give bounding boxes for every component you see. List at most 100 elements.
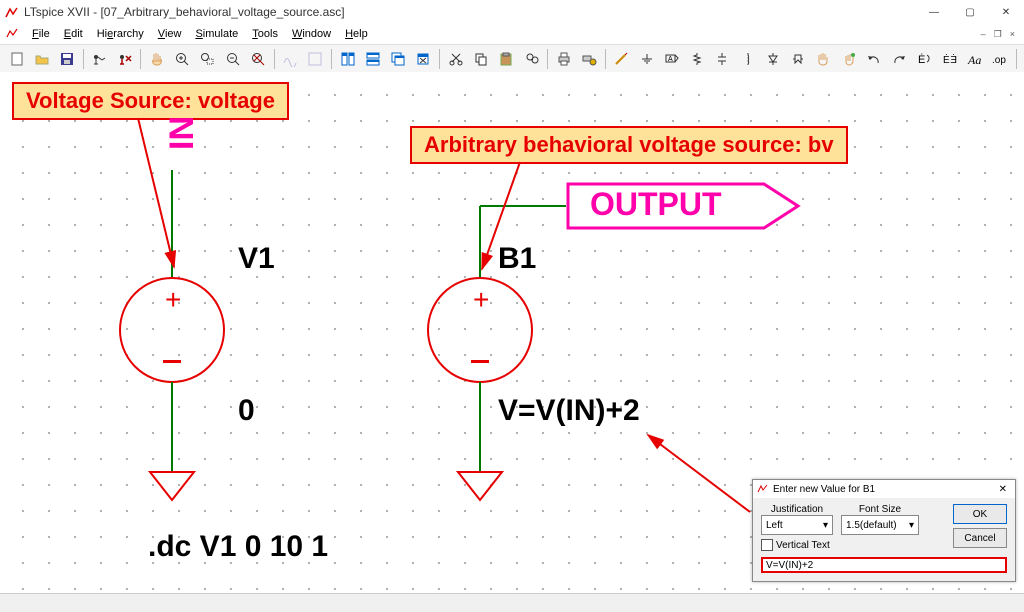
v1-plus-icon: +: [165, 284, 181, 316]
toolbar-sep: [331, 49, 332, 69]
b1-plus-icon: +: [473, 284, 489, 316]
toolbar: A Ė ĖĖ Aa .op: [0, 44, 1024, 74]
save-button[interactable]: [56, 47, 79, 71]
svg-text:Aa: Aa: [967, 53, 981, 67]
toolbar-sep: [83, 49, 84, 69]
justification-combo[interactable]: Left▾: [761, 515, 833, 535]
toolbar-sep: [1016, 49, 1017, 69]
component-button[interactable]: [786, 47, 809, 71]
component-value-b1[interactable]: V=V(IN)+2: [498, 394, 640, 428]
diode-button[interactable]: [761, 47, 784, 71]
app-icon: [4, 4, 20, 20]
menubar: File Edit Hierarchy View Simulate Tools …: [0, 24, 1024, 44]
menu-file[interactable]: File: [26, 28, 56, 40]
cascade-button[interactable]: [387, 47, 410, 71]
rotate-button[interactable]: Ė: [913, 47, 936, 71]
inductor-button[interactable]: [736, 47, 759, 71]
dialog-icon: [757, 483, 769, 495]
close-all-button[interactable]: [412, 47, 435, 71]
menu-window[interactable]: Window: [286, 28, 337, 40]
ok-button[interactable]: OK: [953, 504, 1007, 524]
move-button[interactable]: [812, 47, 835, 71]
component-name-b1[interactable]: B1: [498, 242, 536, 276]
mdi-icon: [6, 27, 20, 41]
toolbar-sep: [605, 49, 606, 69]
copy-button[interactable]: [469, 47, 492, 71]
zoom-extents-button[interactable]: [246, 47, 269, 71]
schematic-canvas[interactable]: Voltage Source: voltage Arbitrary behavi…: [0, 72, 1024, 594]
print-button[interactable]: [552, 47, 575, 71]
label-net-button[interactable]: A: [660, 47, 683, 71]
tile-h-button[interactable]: [361, 47, 384, 71]
open-button[interactable]: [30, 47, 53, 71]
cancel-button[interactable]: Cancel: [953, 528, 1007, 548]
menu-simulate[interactable]: Simulate: [189, 28, 244, 40]
maximize-button[interactable]: ▢: [952, 0, 988, 24]
menu-edit[interactable]: Edit: [58, 28, 89, 40]
close-button[interactable]: ✕: [988, 0, 1024, 24]
v1-minus-icon: [163, 360, 181, 363]
dialog-close-button[interactable]: ✕: [995, 484, 1011, 495]
zoom-out-button[interactable]: [221, 47, 244, 71]
menu-help[interactable]: Help: [339, 28, 374, 40]
zoom-rect-button[interactable]: [196, 47, 219, 71]
fontsize-combo[interactable]: 1.5(default)▾: [841, 515, 919, 535]
svg-text:Ė: Ė: [918, 53, 925, 66]
text-button[interactable]: Aa: [963, 47, 986, 71]
toolbar-sep: [140, 49, 141, 69]
mirror-button[interactable]: ĖĖ: [938, 47, 961, 71]
justification-label: Justification: [761, 504, 833, 515]
ground-button[interactable]: [635, 47, 658, 71]
component-value-v1[interactable]: 0: [238, 394, 255, 428]
menu-tools[interactable]: Tools: [246, 28, 284, 40]
value-input[interactable]: V=V(IN)+2: [761, 557, 1007, 573]
cut-button[interactable]: [444, 47, 467, 71]
mdi-controls: – ❐ ×: [978, 29, 1018, 40]
redo-button[interactable]: [888, 47, 911, 71]
capacitor-button[interactable]: [711, 47, 734, 71]
toolbar-sep: [274, 49, 275, 69]
resistor-button[interactable]: [685, 47, 708, 71]
find-button[interactable]: [520, 47, 543, 71]
draw-wire-button[interactable]: [610, 47, 633, 71]
drag-button[interactable]: [837, 47, 860, 71]
zoom-in-button[interactable]: [171, 47, 194, 71]
halt-button[interactable]: [113, 47, 136, 71]
app-window: LTspice XVII - [07_Arbitrary_behavioral_…: [0, 0, 1024, 612]
paste-button[interactable]: [495, 47, 518, 71]
new-schematic-button[interactable]: [5, 47, 28, 71]
b1-minus-icon: [471, 360, 489, 363]
print-setup-button[interactable]: [577, 47, 600, 71]
menu-view[interactable]: View: [152, 28, 188, 40]
titlebar: LTspice XVII - [07_Arbitrary_behavioral_…: [0, 0, 1024, 24]
svg-text:Ė: Ė: [943, 53, 950, 66]
value-dialog: Enter new Value for B1 ✕ Justification L…: [752, 479, 1016, 582]
component-name-v1[interactable]: V1: [238, 242, 275, 276]
mdi-restore[interactable]: ❐: [991, 29, 1005, 40]
run-button[interactable]: [88, 47, 111, 71]
tile-icon[interactable]: [304, 47, 327, 71]
statusbar: [0, 593, 1024, 612]
spice-directive[interactable]: .dc V1 0 10 1: [148, 530, 328, 564]
minimize-button[interactable]: —: [916, 0, 952, 24]
dialog-titlebar: Enter new Value for B1 ✕: [753, 480, 1015, 498]
svg-text:A: A: [668, 56, 673, 63]
toolbar-sep: [439, 49, 440, 69]
autorange-icon[interactable]: [279, 47, 302, 71]
checkbox-icon: [761, 539, 773, 551]
svg-text:Ė: Ė: [950, 53, 957, 66]
chevron-down-icon: ▾: [823, 520, 828, 531]
vertical-text-checkbox[interactable]: Vertical Text: [761, 539, 833, 551]
tile-v-button[interactable]: [336, 47, 359, 71]
undo-button[interactable]: [862, 47, 885, 71]
fontsize-label: Font Size: [841, 504, 919, 515]
svg-text:.op: .op: [992, 55, 1006, 66]
spice-directive-button[interactable]: .op: [989, 47, 1012, 71]
window-title: LTspice XVII - [07_Arbitrary_behavioral_…: [24, 5, 916, 19]
pan-button[interactable]: [145, 47, 168, 71]
dialog-title: Enter new Value for B1: [773, 484, 875, 495]
menu-hierarchy[interactable]: Hierarchy: [91, 28, 150, 40]
mdi-minimize[interactable]: –: [978, 29, 989, 40]
mdi-close[interactable]: ×: [1007, 29, 1018, 40]
window-controls: — ▢ ✕: [916, 0, 1024, 24]
